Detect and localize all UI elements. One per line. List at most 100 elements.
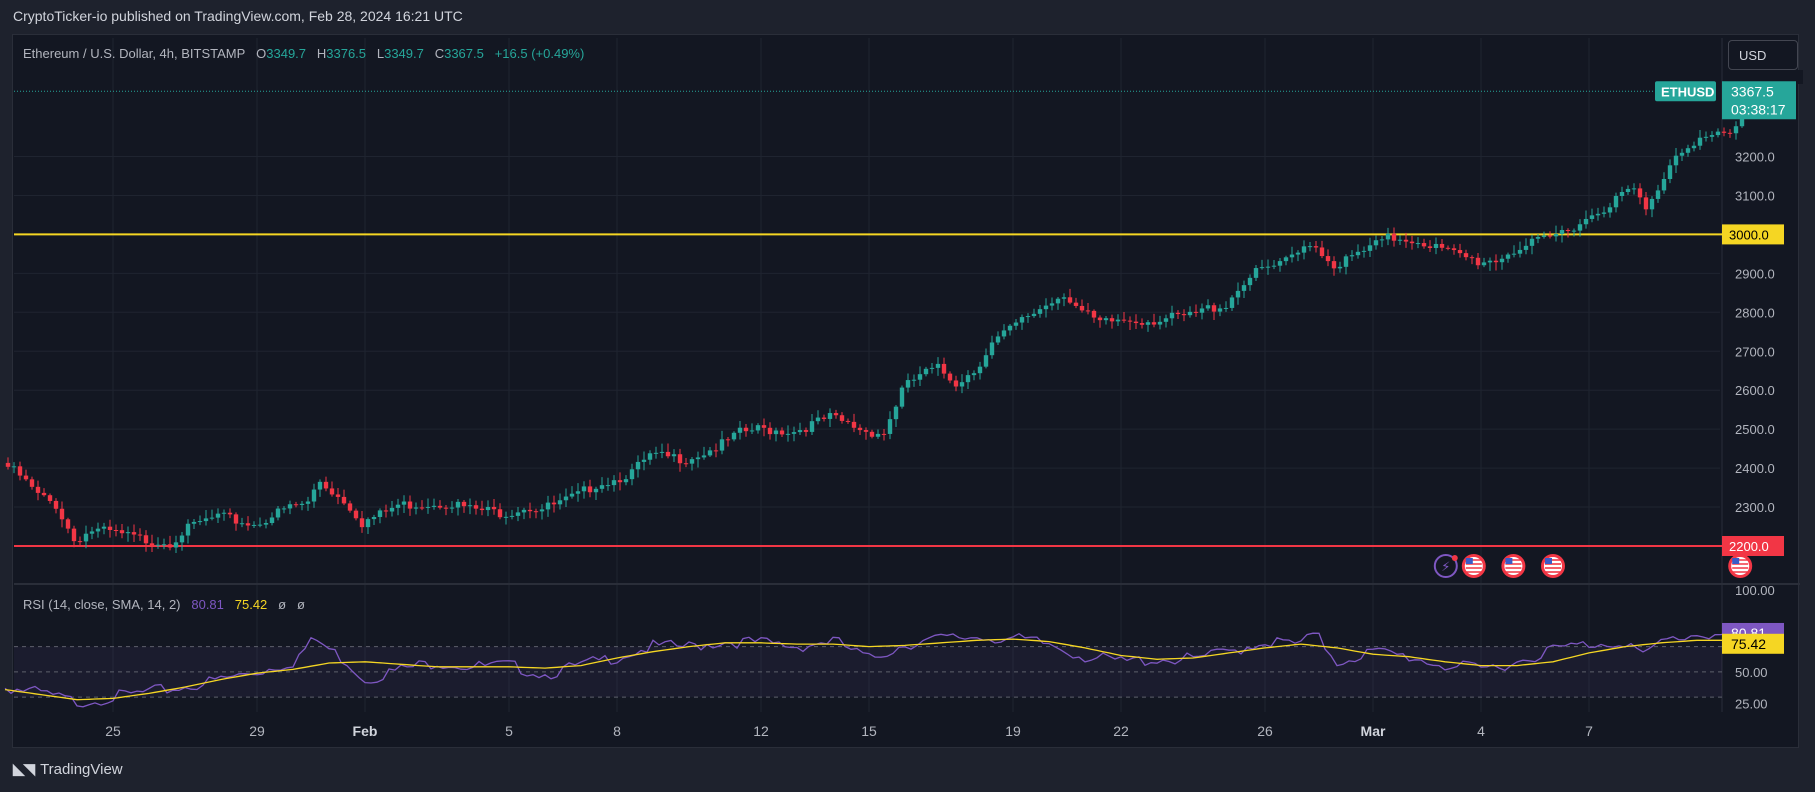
candle-body [881, 433, 887, 435]
rsi-value: 80.81 [191, 597, 224, 612]
candles [5, 85, 1769, 554]
candle-body [1181, 314, 1187, 316]
candle-body [1643, 197, 1649, 210]
candle-body [827, 413, 833, 419]
candle-body [497, 509, 503, 518]
candle-body [95, 528, 101, 532]
candle-body [1583, 218, 1589, 225]
rsi-extra-2: ø [296, 597, 305, 612]
time-axis: 25 29 Feb 5 8 12 15 19 22 26 Mar 4 7 [105, 723, 1593, 739]
candle-body [1553, 234, 1559, 237]
flag-canton [1465, 558, 1473, 564]
candle-body [545, 502, 551, 510]
candle-body [485, 506, 491, 511]
level-label: 3000.0 [1729, 227, 1769, 242]
candle-body [275, 508, 281, 518]
candle-body [1361, 250, 1367, 252]
candle-body [1523, 245, 1529, 250]
candle-body [113, 529, 119, 531]
candle-body [1619, 192, 1625, 196]
price-axis-label: 2800.0 [1735, 305, 1775, 320]
candle-body [1067, 297, 1073, 303]
candle-body [1043, 305, 1049, 310]
candle-body [947, 373, 953, 381]
candle-body [1121, 319, 1127, 321]
candle-body [125, 532, 131, 534]
currency-button[interactable]: USD [1728, 40, 1798, 70]
candle-body [5, 462, 11, 467]
candle-body [1037, 309, 1043, 314]
close-label: C [434, 46, 445, 61]
candle-body [1667, 165, 1673, 180]
close-value: 3367.5 [444, 46, 484, 61]
candle-body [407, 501, 413, 509]
candle-body [767, 427, 773, 435]
candle-body [293, 504, 299, 506]
candle-body [1325, 256, 1331, 262]
time-axis-label: 26 [1257, 723, 1273, 739]
candle-body [749, 430, 755, 432]
candle-body [1313, 246, 1319, 248]
candle-body [1145, 322, 1151, 325]
candle-body [533, 511, 539, 513]
candle-body [1049, 303, 1055, 306]
high-label: H [316, 46, 327, 61]
candle-body [689, 459, 695, 464]
candle-body [1007, 325, 1013, 331]
candle-body [401, 501, 407, 505]
candle-body [1031, 313, 1037, 317]
candle-body [1307, 246, 1313, 248]
rsi-ma-value: 75.42 [234, 597, 268, 612]
candle-body [137, 534, 143, 536]
candle-body [341, 496, 347, 504]
candle-body [359, 518, 365, 528]
candle-body [515, 512, 521, 516]
candle-body [1571, 230, 1577, 232]
candle-body [1205, 305, 1211, 309]
candle-body [791, 432, 797, 434]
candle-body [929, 367, 935, 369]
candle-body [1253, 268, 1259, 278]
chart-canvas[interactable]: ⚡ 3400.03200.03100.03000.02900.02800.027… [0, 0, 1815, 792]
candle-body [995, 336, 1001, 343]
candle-body [593, 488, 599, 493]
candle-body [1013, 322, 1019, 326]
candle-body [1673, 155, 1679, 166]
price-axis-label: 3100.0 [1735, 188, 1775, 203]
candle-body [1115, 319, 1121, 322]
candle-body [143, 535, 149, 544]
time-axis-label: 5 [505, 723, 513, 739]
candle-body [17, 466, 23, 476]
candle-body [425, 506, 431, 508]
price-axis-label: 2700.0 [1735, 344, 1775, 359]
time-axis-label: 4 [1477, 723, 1485, 739]
candle-body [1301, 246, 1307, 253]
candle-body [1379, 239, 1385, 241]
candle-body [1319, 247, 1325, 257]
candle-body [1511, 253, 1517, 255]
candle-body [845, 420, 851, 422]
candle-body [317, 481, 323, 490]
footer-brand: TradingView [40, 760, 123, 778]
price-axis-label: 2300.0 [1735, 500, 1775, 515]
candle-body [743, 427, 749, 432]
candle-body [1433, 243, 1439, 249]
candle-body [1445, 247, 1451, 249]
candle-body [383, 510, 389, 512]
candle-body [1157, 321, 1163, 325]
candle-body [1517, 249, 1523, 254]
candle-body [653, 452, 659, 454]
candle-body [1349, 255, 1355, 257]
candle-body [701, 455, 707, 458]
candle-body [65, 519, 71, 529]
candle-body [1169, 312, 1175, 319]
candle-body [599, 485, 605, 489]
candle-body [1709, 135, 1715, 137]
candle-body [173, 542, 179, 548]
candle-body [935, 363, 941, 368]
candle-body [263, 523, 269, 525]
time-axis-label: 15 [861, 723, 877, 739]
candle-body [1577, 224, 1583, 231]
candle-body [161, 544, 167, 546]
candle-body [1199, 308, 1205, 313]
